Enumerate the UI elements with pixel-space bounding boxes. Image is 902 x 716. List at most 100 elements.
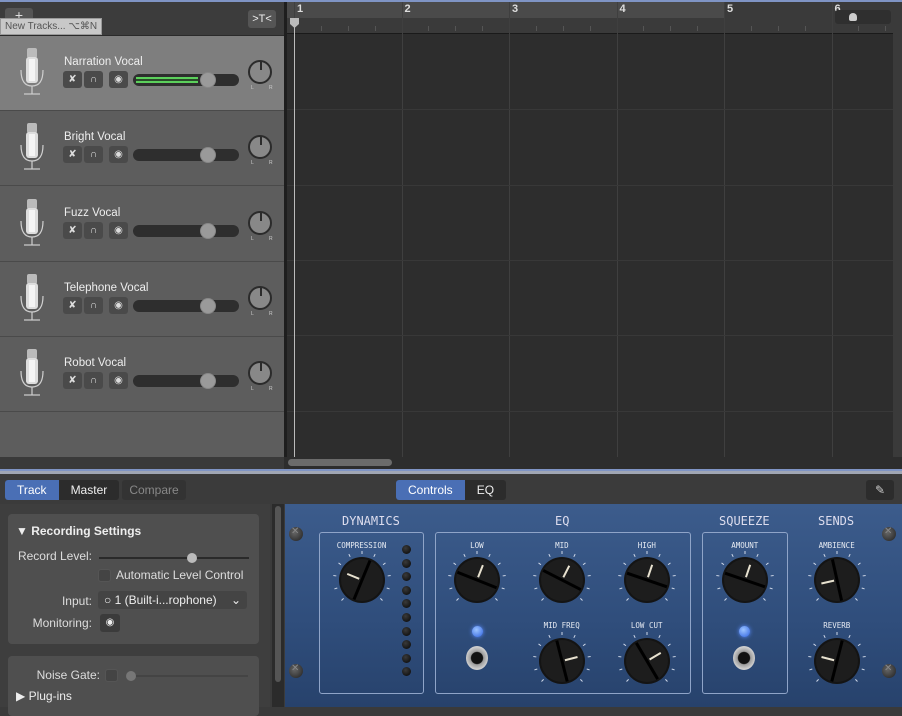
track-name[interactable]: Telephone Vocal [64,282,148,294]
volume-knob[interactable] [200,72,216,88]
squeeze-toggle-switch[interactable] [733,646,755,670]
input-monitoring-button[interactable]: ◉ [109,222,128,239]
recording-settings-disclosure[interactable]: ▼ Recording Settings [16,524,141,538]
tab-controls[interactable]: Controls [396,480,465,500]
ruler[interactable]: 123456 [287,2,893,34]
knob-compression[interactable] [332,550,392,610]
cycle-region[interactable] [287,2,724,18]
horizontal-scrollbar[interactable] [284,457,902,469]
pan-knob[interactable] [248,286,272,310]
record-level-knob[interactable] [187,553,197,563]
compare-button[interactable]: Compare [122,480,186,500]
volume-slider[interactable] [133,225,239,237]
input-monitoring-button[interactable]: ◉ [109,297,128,314]
solo-button[interactable]: ∩ [84,372,103,389]
knob-low[interactable] [447,550,507,610]
volume-slider[interactable] [133,375,239,387]
mute-button[interactable]: ✘ [63,297,82,314]
beat-tick [805,26,806,31]
bar-number: 4 [620,3,626,15]
eq-toggle-switch[interactable] [466,646,488,670]
solo-button[interactable]: ∩ [84,297,103,314]
input-monitoring-button[interactable]: ◉ [109,372,128,389]
zoom-slider-knob[interactable] [849,13,857,21]
track-header[interactable]: Bright Vocal ✘ ∩ ◉ L R [0,111,284,186]
solo-button[interactable]: ∩ [84,146,103,163]
knob-reverb[interactable] [807,631,867,691]
beat-tick [751,26,752,31]
horizontal-scroll-thumb[interactable] [288,459,392,466]
tracks-header: + New Tracks... ⌥⌘N >T< [0,2,284,36]
compression-meter-led [402,613,411,622]
headphones-icon: ∩ [90,225,97,236]
monitoring-button[interactable]: ◉ [100,614,120,632]
volume-slider[interactable] [133,74,239,86]
automatic-level-control-checkbox[interactable] [98,569,111,582]
record-level-slider[interactable] [99,557,249,559]
beat-tick [670,26,671,31]
track-row-divider [287,335,893,336]
input-monitoring-button[interactable]: ◉ [109,71,128,88]
volume-slider[interactable] [133,149,239,161]
headphones-icon: ∩ [90,300,97,311]
inspector-scroll-thumb[interactable] [275,506,281,682]
pan-lr-label: L R [251,236,280,242]
mute-button[interactable]: ✘ [63,146,82,163]
screw-icon [882,527,896,541]
tab-master[interactable]: Master [59,480,120,500]
volume-knob[interactable] [200,223,216,239]
noise-gate-knob[interactable] [126,671,136,681]
track-name[interactable]: Fuzz Vocal [64,207,120,219]
inspector-scrollbar[interactable] [272,504,284,707]
microphone-icon [18,272,46,324]
knob-ambience[interactable] [807,550,867,610]
solo-button[interactable]: ∩ [84,71,103,88]
plugins-disclosure[interactable]: ▶ Plug-ins [16,689,72,703]
recording-settings-box: ▼ Recording Settings Record Level: Autom… [8,514,259,644]
input-monitoring-button[interactable]: ◉ [109,146,128,163]
volume-knob[interactable] [200,147,216,163]
noise-gate-slider[interactable] [126,675,248,677]
playhead[interactable] [294,18,295,457]
beat-tick [321,26,322,31]
knob-mid-freq[interactable] [532,631,592,691]
knob-amount[interactable] [715,550,775,610]
mute-button[interactable]: ✘ [63,71,82,88]
vertical-scrollbar[interactable] [893,2,902,457]
volume-knob[interactable] [200,373,216,389]
pencil-icon[interactable]: ✎ [866,480,894,500]
track-header[interactable]: Narration Vocal ✘ ∩ ◉ L R [0,36,284,111]
mute-button[interactable]: ✘ [63,372,82,389]
pan-lr-label: L R [251,85,280,91]
tab-eq[interactable]: EQ [465,480,506,500]
monitor-icon: ◉ [114,375,123,386]
knob-low-cut[interactable] [617,631,677,691]
solo-button[interactable]: ∩ [84,222,103,239]
catch-playhead-button[interactable]: >T< [248,10,276,28]
noise-gate-checkbox[interactable] [105,669,118,682]
zoom-slider[interactable] [835,10,891,24]
track-header[interactable]: Robot Vocal ✘ ∩ ◉ L R [0,337,284,412]
pan-knob[interactable] [248,135,272,159]
pan-knob[interactable] [248,361,272,385]
mute-button[interactable]: ✘ [63,222,82,239]
tab-track[interactable]: Track [5,480,59,500]
knob-mid[interactable] [532,550,592,610]
track-header[interactable]: Fuzz Vocal ✘ ∩ ◉ L R [0,187,284,262]
compression-meter-led [402,545,411,554]
input-select[interactable]: ○ 1 (Built-i...rophone)⌄ [98,591,247,609]
volume-slider[interactable] [133,300,239,312]
pan-knob[interactable] [248,211,272,235]
screw-icon [289,664,303,678]
tracks-area[interactable]: 123456 [284,2,902,457]
volume-knob[interactable] [200,298,216,314]
bar-gridline [509,2,510,457]
track-name[interactable]: Narration Vocal [64,56,143,68]
track-name[interactable]: Bright Vocal [64,131,125,143]
track-header[interactable]: Telephone Vocal ✘ ∩ ◉ L R [0,262,284,337]
knob-high[interactable] [617,550,677,610]
track-name[interactable]: Robot Vocal [64,357,126,369]
eq-led [472,626,483,637]
bar-number: 3 [512,3,518,15]
pan-knob[interactable] [248,60,272,84]
